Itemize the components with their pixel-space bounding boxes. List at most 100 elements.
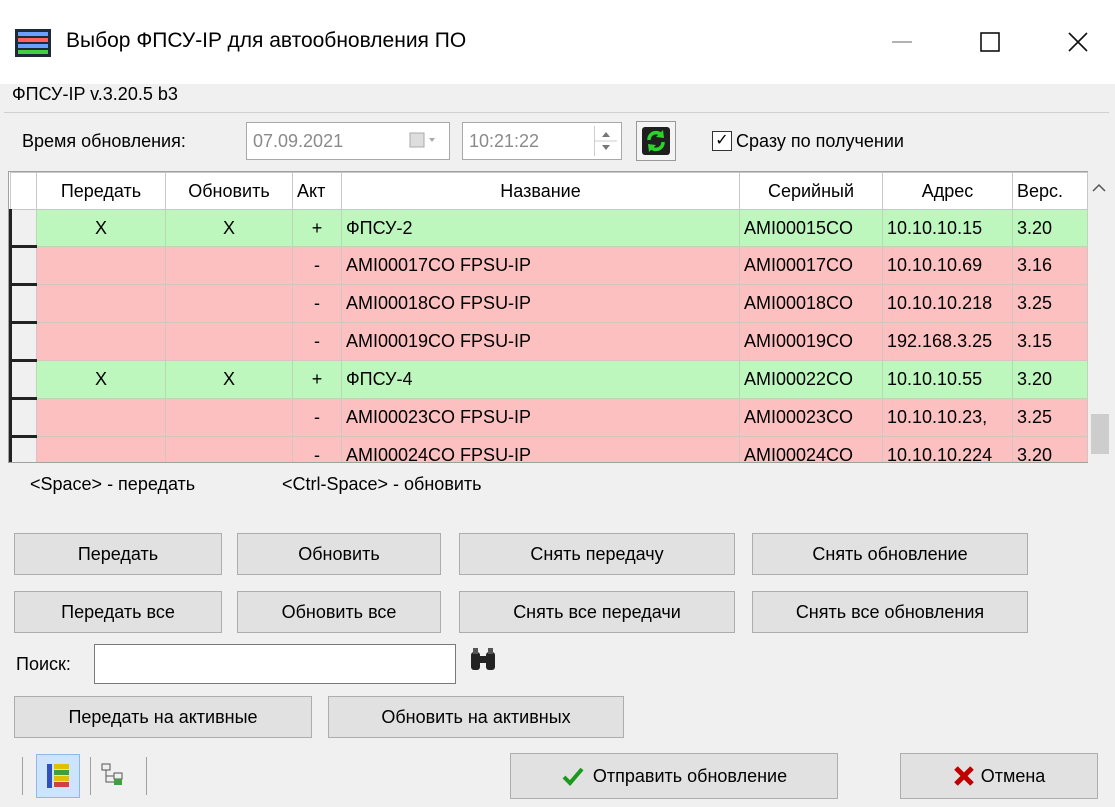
cancel-update-button[interactable]: Снять обновление xyxy=(752,533,1028,575)
close-button[interactable] xyxy=(1058,22,1098,62)
cell-send xyxy=(36,398,166,437)
row-indicator xyxy=(9,436,37,462)
maximize-icon xyxy=(980,32,1000,52)
cell-version: 3.25 xyxy=(1012,284,1088,323)
version-label: ФПСУ-IP v.3.20.5 b3 xyxy=(12,84,178,104)
col-update-header[interactable]: Обновить xyxy=(165,172,293,210)
refresh-button[interactable] xyxy=(636,121,676,161)
time-spinner[interactable] xyxy=(594,126,617,156)
binoculars-icon[interactable] xyxy=(468,646,498,682)
minimize-icon xyxy=(892,41,912,43)
table-row[interactable]: - AMI00019CO FPSU-IP AMI00019CO 192.168.3.2… xyxy=(9,322,1088,362)
table-row[interactable]: - AMI00024CO FPSU-IP AMI00024CO 10.10.10.22… xyxy=(9,436,1088,462)
date-value: 07.09.2021 xyxy=(253,130,344,151)
col-version-header[interactable]: Верс. xyxy=(1012,172,1088,210)
immediately-label: Сразу по получении xyxy=(736,131,904,151)
divider xyxy=(4,112,1109,113)
header-indicator xyxy=(10,172,37,210)
update-all-button[interactable]: Обновить все xyxy=(237,591,441,633)
update-button[interactable]: Обновить xyxy=(237,533,441,575)
check-icon xyxy=(562,767,584,786)
cell-active: + xyxy=(292,360,342,399)
cell-version: 3.15 xyxy=(1012,322,1088,361)
window-title: Выбор ФПСУ-IP для автообновления ПО xyxy=(66,29,467,52)
col-serial-header[interactable]: Серийный xyxy=(739,172,883,210)
col-address-header[interactable]: Адрес xyxy=(882,172,1013,210)
toolbar-separator xyxy=(90,757,91,795)
cancel-all-sends-button[interactable]: Снять все передачи xyxy=(459,591,735,633)
cell-active: - xyxy=(292,246,342,285)
cell-version: 3.20 xyxy=(1012,436,1088,462)
table-row[interactable]: - AMI00023CO FPSU-IP AMI00023CO 10.10.10.23… xyxy=(9,398,1088,438)
cancel-all-updates-button[interactable]: Снять все обновления xyxy=(752,591,1028,633)
device-table: Передать Обновить Акт Название Серийный … xyxy=(9,172,1088,462)
cell-address: 10.10.10.55 xyxy=(882,360,1013,399)
submit-update-label: Отправить обновление xyxy=(592,765,788,786)
col-name-header[interactable]: Название xyxy=(341,172,740,210)
device-grid: Передать Обновить Акт Название Серийный … xyxy=(8,171,1103,463)
table-row[interactable]: - AMI00017CO FPSU-IP AMI00017CO 10.10.10.69… xyxy=(9,246,1088,286)
calendar-icon[interactable] xyxy=(409,131,439,156)
refresh-icon xyxy=(642,127,670,155)
cell-address: 10.10.10.23, xyxy=(882,398,1013,437)
table-row[interactable]: X X + ФПСУ-2 AMI00015CO 10.10.10.15 3.20 xyxy=(9,209,1088,248)
cell-serial: AMI00022CO xyxy=(739,360,883,399)
time-field[interactable]: 10:21:22 xyxy=(462,122,622,160)
cell-update xyxy=(165,246,293,285)
cross-icon xyxy=(953,766,974,786)
cell-address: 10.10.10.218 xyxy=(882,284,1013,323)
col-active-header[interactable]: Акт xyxy=(292,172,342,210)
row-indicator xyxy=(9,209,37,248)
scroll-thumb[interactable] xyxy=(1091,414,1109,454)
list-view-button[interactable] xyxy=(36,754,80,798)
update-active-button[interactable]: Обновить на активных xyxy=(328,696,624,738)
table-row[interactable]: - AMI00018CO FPSU-IP AMI00018CO 10.10.10.21… xyxy=(9,284,1088,324)
hint-space: <Space> - передать xyxy=(30,474,196,494)
cell-update xyxy=(165,436,293,462)
cell-address: 10.10.10.224 xyxy=(882,436,1013,462)
cell-serial: AMI00017CO xyxy=(739,246,883,285)
search-input[interactable] xyxy=(94,644,456,684)
time-value: 10:21:22 xyxy=(469,130,540,151)
date-field[interactable]: 07.09.2021 xyxy=(246,122,450,160)
cell-serial: AMI00023CO xyxy=(739,398,883,437)
cancel-send-button[interactable]: Снять передачу xyxy=(459,533,735,575)
cell-address: 10.10.10.15 xyxy=(882,209,1013,247)
cell-send xyxy=(36,436,166,462)
cancel-button[interactable]: Отмена xyxy=(900,753,1098,799)
table-row[interactable]: X X + ФПСУ-4 AMI00022CO 10.10.10.55 3.20 xyxy=(9,360,1088,400)
cell-serial: AMI00019CO xyxy=(739,322,883,361)
cell-name: AMI00024CO FPSU-IP xyxy=(341,436,740,462)
submit-update-button[interactable]: Отправить обновление xyxy=(510,753,838,799)
cell-version: 3.20 xyxy=(1012,360,1088,399)
send-all-button[interactable]: Передать все xyxy=(14,591,222,633)
send-active-button[interactable]: Передать на активные xyxy=(14,696,312,738)
cell-name: ФПСУ-4 xyxy=(341,360,740,399)
cell-version: 3.20 xyxy=(1012,209,1088,247)
grid-header: Передать Обновить Акт Название Серийный … xyxy=(10,172,1088,210)
row-indicator xyxy=(9,246,37,286)
col-send-header[interactable]: Передать xyxy=(36,172,166,210)
toolbar-separator xyxy=(22,757,23,795)
cell-serial: AMI00015CO xyxy=(739,209,883,247)
cell-update xyxy=(165,398,293,437)
minimize-button[interactable] xyxy=(882,22,922,62)
search-label: Поиск: xyxy=(16,654,71,674)
app-icon xyxy=(14,28,52,58)
list-view-icon xyxy=(47,764,69,788)
cell-send: X xyxy=(36,360,166,399)
cell-active: + xyxy=(292,209,342,247)
immediately-checkbox[interactable]: ✓ xyxy=(712,131,732,151)
tree-view-button[interactable] xyxy=(100,762,128,794)
cell-send xyxy=(36,284,166,323)
cell-active: - xyxy=(292,322,342,361)
toolbar-separator xyxy=(146,757,147,795)
scroll-up-icon[interactable] xyxy=(1092,183,1106,193)
cell-version: 3.16 xyxy=(1012,246,1088,285)
maximize-button[interactable] xyxy=(970,22,1010,62)
cell-version: 3.25 xyxy=(1012,398,1088,437)
send-button[interactable]: Передать xyxy=(14,533,222,575)
cell-send xyxy=(36,246,166,285)
cell-address: 192.168.3.25 xyxy=(882,322,1013,361)
cancel-label: Отмена xyxy=(980,765,1046,786)
